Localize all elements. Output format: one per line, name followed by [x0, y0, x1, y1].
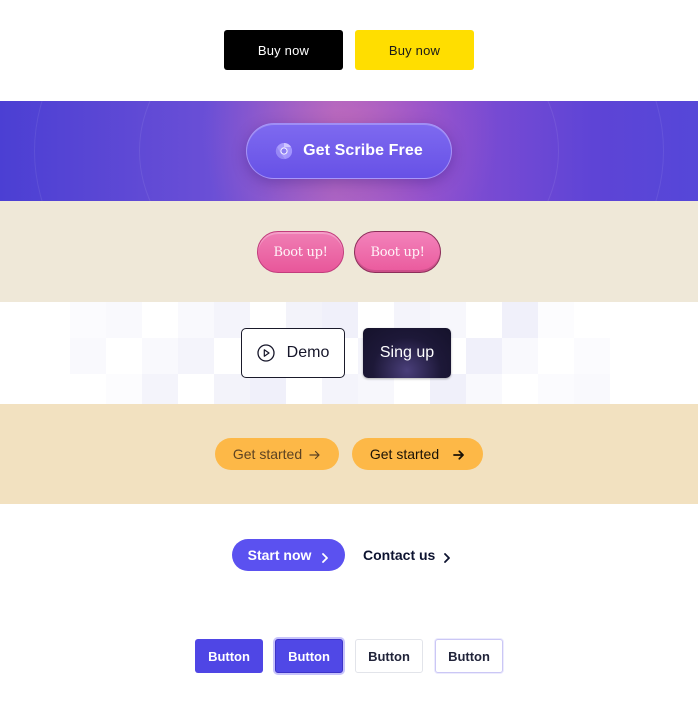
arrow-right-icon	[453, 448, 465, 460]
checker-tile	[358, 374, 394, 404]
secondary-button[interactable]: Button	[355, 639, 423, 673]
checker-tile	[178, 338, 214, 374]
boot-up-section: Boot up! Boot up!	[0, 201, 698, 302]
get-started-section: Get started Get started	[0, 404, 698, 504]
checker-tile	[574, 338, 610, 374]
contact-us-link[interactable]: Contact us	[363, 539, 451, 571]
checker-tile	[70, 338, 106, 374]
contact-us-label: Contact us	[363, 547, 436, 563]
chevron-right-icon	[443, 550, 451, 563]
demo-label: Demo	[286, 344, 330, 361]
start-contact-section: Start now Contact us	[0, 504, 698, 606]
scribe-section: Get Scribe Free	[0, 101, 698, 201]
sign-up-button[interactable]: Sing up	[363, 328, 451, 378]
checker-tile	[106, 374, 142, 404]
buy-now-yellow-button[interactable]: Buy now	[355, 30, 474, 70]
start-now-button[interactable]: Start now	[232, 539, 345, 571]
secondary-focused-button[interactable]: Button	[435, 639, 503, 673]
checker-tile	[250, 374, 286, 404]
boot-up-button[interactable]: Boot up!	[257, 231, 344, 273]
demo-signup-section: Demo Sing up	[0, 302, 698, 404]
checker-tile	[466, 338, 502, 374]
checker-tile	[538, 374, 574, 404]
button-variants-section: Button Button Button Button	[0, 606, 698, 706]
primary-focused-button[interactable]: Button	[275, 639, 343, 673]
get-scribe-free-label: Get Scribe Free	[303, 142, 423, 159]
checker-tile	[70, 302, 106, 338]
checker-tile	[466, 374, 502, 404]
checker-tile	[538, 302, 574, 338]
checker-tile	[142, 338, 178, 374]
chevron-right-icon	[321, 550, 329, 563]
primary-button[interactable]: Button	[195, 639, 263, 673]
checker-tile	[178, 302, 214, 338]
checker-tile	[430, 374, 466, 404]
get-started-label: Get started	[232, 446, 303, 462]
buy-now-section: Buy now Buy now	[0, 0, 698, 101]
arrow-right-icon	[309, 448, 321, 460]
get-started-button[interactable]: Get started	[215, 438, 339, 470]
chrome-icon	[275, 142, 293, 160]
checker-tile	[106, 302, 142, 338]
checker-tile	[322, 374, 358, 404]
play-circle-icon	[257, 344, 275, 362]
start-now-label: Start now	[247, 547, 312, 563]
get-scribe-free-button[interactable]: Get Scribe Free	[246, 123, 452, 179]
checker-tile	[574, 374, 610, 404]
get-started-label: Get started	[369, 446, 440, 462]
demo-button[interactable]: Demo	[241, 328, 345, 378]
buy-now-black-button[interactable]: Buy now	[224, 30, 343, 70]
checker-tile	[502, 302, 538, 338]
sign-up-label: Sing up	[379, 344, 435, 361]
checker-tile	[142, 374, 178, 404]
get-started-bold-button[interactable]: Get started	[352, 438, 483, 470]
boot-up-button-pressed[interactable]: Boot up!	[354, 231, 441, 273]
checker-tile	[502, 338, 538, 374]
checker-tile	[214, 374, 250, 404]
